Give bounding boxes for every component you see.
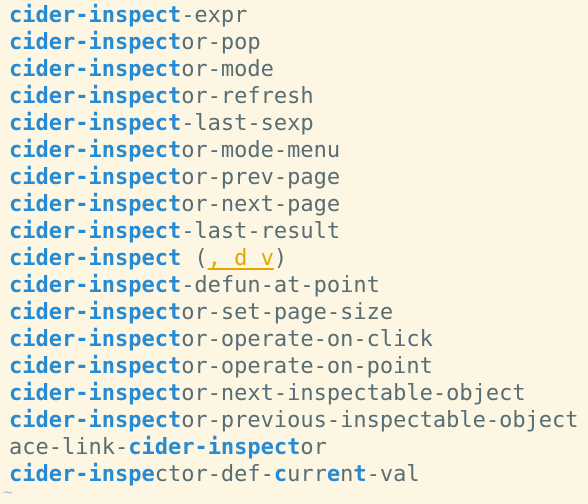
match-highlight: cider-inspect: [9, 219, 182, 244]
completion-text: ace-link-: [9, 435, 129, 460]
match-highlight: cider-inspect: [9, 300, 182, 325]
completion-text: or-refresh: [181, 84, 314, 109]
completion-item[interactable]: cider-inspect (, d v): [9, 245, 579, 272]
match-highlight: cider-inspect: [9, 165, 182, 190]
completion-item[interactable]: cider-inspector-operate-on-click: [9, 326, 579, 353]
completion-text: or-set-page-size: [181, 300, 394, 325]
completion-text: or-next-page: [181, 192, 341, 217]
completion-text: or-mode-menu: [181, 138, 341, 163]
match-highlight: cider-inspect: [9, 246, 182, 271]
match-highlight: c: [273, 462, 288, 487]
match-highlight: cider-inspect: [9, 3, 182, 28]
match-highlight: t: [353, 462, 367, 487]
completion-text: urr: [287, 462, 327, 487]
completion-text: (: [181, 246, 208, 271]
match-highlight: cider-inspect: [128, 435, 301, 460]
match-highlight: cider-inspect: [9, 192, 182, 217]
completion-text: or-operate-on-click: [181, 327, 433, 352]
completion-item[interactable]: cider-inspector-set-page-size: [9, 299, 579, 326]
completion-text: or-prev-page: [181, 165, 341, 190]
completion-item[interactable]: cider-inspect-last-sexp: [9, 110, 579, 137]
completion-text: or-previous-inspectable-object: [181, 408, 579, 433]
completion-text: or-pop: [181, 30, 261, 55]
completion-item[interactable]: cider-inspector-next-page: [9, 191, 579, 218]
keybinding-hint: , d v: [207, 246, 274, 271]
match-highlight: e: [326, 462, 341, 487]
completion-item[interactable]: cider-inspector-mode: [9, 56, 579, 83]
completion-item[interactable]: cider-inspector-next-inspectable-object: [9, 380, 579, 407]
match-highlight: cider-inspect: [9, 408, 182, 433]
completion-item[interactable]: cider-inspector-refresh: [9, 83, 579, 110]
match-highlight: cider-inspect: [9, 57, 182, 82]
match-highlight: cider-inspect: [9, 30, 182, 55]
completion-item[interactable]: cider-inspect-expr: [9, 2, 579, 29]
match-highlight: cider-inspect: [9, 327, 182, 352]
completion-text: ctor-def-: [154, 462, 274, 487]
match-highlight: cider-inspect: [9, 354, 182, 379]
completion-text: -last-sexp: [181, 111, 314, 136]
completion-list: cider-inspect-expr cider-inspector-pop cid…: [9, 2, 579, 488]
completion-text: or-mode: [181, 57, 274, 82]
match-highlight: cider-inspect: [9, 273, 182, 298]
completion-item[interactable]: cider-inspect-defun-at-point: [9, 272, 579, 299]
completion-text: n: [340, 462, 354, 487]
completion-item[interactable]: cider-inspector-def-current-val: [9, 461, 579, 488]
completion-item[interactable]: cider-inspector-operate-on-point: [9, 353, 579, 380]
completion-text: -defun-at-point: [181, 273, 380, 298]
fringe-tilde: ~: [2, 485, 14, 501]
match-highlight: cider-inspect: [9, 138, 182, 163]
completion-text: or-operate-on-point: [181, 354, 433, 379]
completion-item[interactable]: ace-link-cider-inspector: [9, 434, 579, 461]
match-highlight: cider-inspe: [9, 462, 155, 487]
completion-item[interactable]: cider-inspector-mode-menu: [9, 137, 579, 164]
completion-text: -last-result: [181, 219, 341, 244]
completion-item[interactable]: cider-inspector-pop: [9, 29, 579, 56]
completion-item[interactable]: cider-inspect-last-result: [9, 218, 579, 245]
completion-item[interactable]: cider-inspector-prev-page: [9, 164, 579, 191]
completion-text: -val: [366, 462, 420, 487]
completion-text: -expr: [181, 3, 248, 28]
completion-item[interactable]: cider-inspector-previous-inspectable-obj…: [9, 407, 579, 434]
completion-text: or: [300, 435, 327, 460]
match-highlight: cider-inspect: [9, 381, 182, 406]
completion-text: or-next-inspectable-object: [181, 381, 526, 406]
completion-text: ): [273, 246, 288, 271]
match-highlight: cider-inspect: [9, 111, 182, 136]
match-highlight: cider-inspect: [9, 84, 182, 109]
